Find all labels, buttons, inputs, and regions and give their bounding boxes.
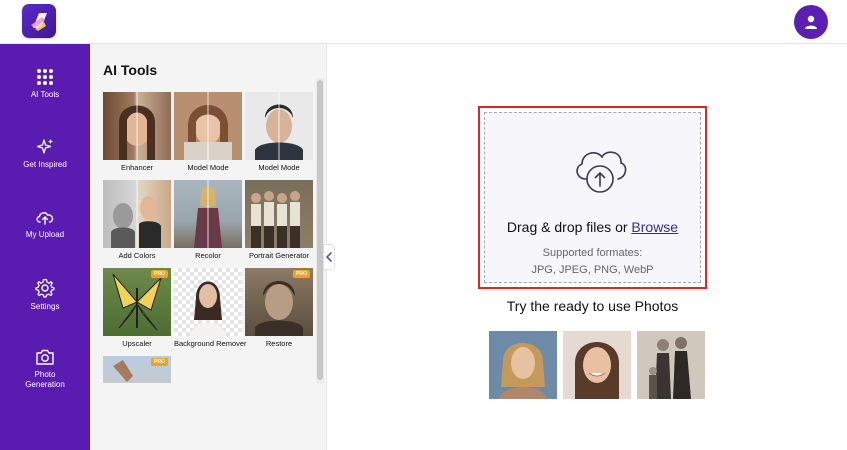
tool-thumbnail: PRO [103,268,171,336]
panel-title: AI Tools [103,62,158,78]
sample-photo-1[interactable] [489,331,557,399]
tool-thumbnail [174,180,242,248]
tool-add-colors[interactable]: Add Colors [103,180,171,260]
tool-label: Restore [265,339,293,348]
sidebar-item-label: My Upload [25,230,65,239]
tool-thumbnail [245,180,313,248]
user-avatar-icon[interactable] [794,5,828,39]
tool-label: Recolor [195,251,221,260]
drag-drop-text: Drag & drop files or Browse [485,219,700,235]
tool-thumbnail [103,180,171,248]
sample-photos-title: Try the ready to use Photos [506,298,679,314]
sidebar-item-settings[interactable]: Settings [0,278,90,338]
tool-label: Model Mode [258,163,300,172]
tool-thumbnail [174,92,242,160]
sparkles-icon [36,139,53,154]
sidebar-item-label: Get Inspired [23,160,67,169]
tool-thumbnail [103,92,171,160]
tool-label: Model Mode [187,163,229,172]
tool-portrait-generator[interactable]: Portrait Generator [245,180,313,260]
tool-label: Background Remover [174,339,247,348]
sidebar-item-label: Photo Generation [25,370,65,389]
tool-model-mode-2[interactable]: Model Mode [245,92,313,172]
tool-enhancer[interactable]: Enhancer [103,92,171,172]
cloud-upload-icon [36,212,54,225]
scrollbar-thumb[interactable] [317,80,323,380]
tool-label: Enhancer [120,163,154,172]
tool-model-mode[interactable]: Model Mode [174,92,242,172]
tool-upscaler[interactable]: PRO Upscaler [103,268,171,348]
supported-formats-label: Supported formates: [542,247,643,259]
tool-label: Add Colors [118,251,156,260]
tool-partial[interactable]: PRO [103,356,171,383]
tool-thumbnail [174,268,242,336]
tool-background-remover[interactable]: Background Remover [174,268,247,348]
tool-recolor[interactable]: Recolor [174,180,242,260]
grid-icon [37,69,53,85]
gear-icon [35,278,55,298]
pro-badge: PRO [293,270,310,278]
tool-restore[interactable]: PRO Restore [245,268,313,348]
chevron-left-icon [326,252,332,262]
top-bar [0,0,847,44]
sidebar: AI Tools Get Inspired My Upload Settings… [0,44,90,450]
sidebar-item-get-inspired[interactable]: Get Inspired [0,138,90,198]
browse-link[interactable]: Browse [631,219,678,235]
sidebar-item-photo-generation[interactable]: Photo Generation [0,348,90,408]
sidebar-item-my-upload[interactable]: My Upload [0,208,90,268]
app-logo-icon[interactable] [22,4,56,38]
upload-dropzone[interactable]: Drag & drop files or Browse Supported fo… [484,112,701,283]
supported-formats-list: JPG, JPEG, PNG, WebP [531,264,654,276]
tool-thumbnail: PRO [245,268,313,336]
cloud-upload-icon [576,151,627,193]
sidebar-item-label: AI Tools [30,90,60,99]
tool-label: Upscaler [122,339,152,348]
ai-tools-panel: AI Tools Enhancer Model Mode Model Mode … [90,44,327,450]
sidebar-item-label: Settings [30,302,60,311]
pro-badge: PRO [151,270,168,278]
tool-label: Portrait Generator [248,251,310,260]
camera-icon [36,349,54,365]
tools-scrollbar[interactable] [316,78,324,383]
sidebar-item-ai-tools[interactable]: AI Tools [0,68,90,128]
tool-thumbnail: PRO [103,356,171,383]
pro-badge: PRO [151,358,168,366]
sample-photo-3[interactable] [637,331,705,399]
sample-photo-2[interactable] [563,331,631,399]
collapse-panel-button[interactable] [323,244,335,270]
upload-dropzone-highlight: Drag & drop files or Browse Supported fo… [478,106,707,289]
tool-thumbnail [245,92,313,160]
drag-drop-label: Drag & drop files or [506,219,628,235]
